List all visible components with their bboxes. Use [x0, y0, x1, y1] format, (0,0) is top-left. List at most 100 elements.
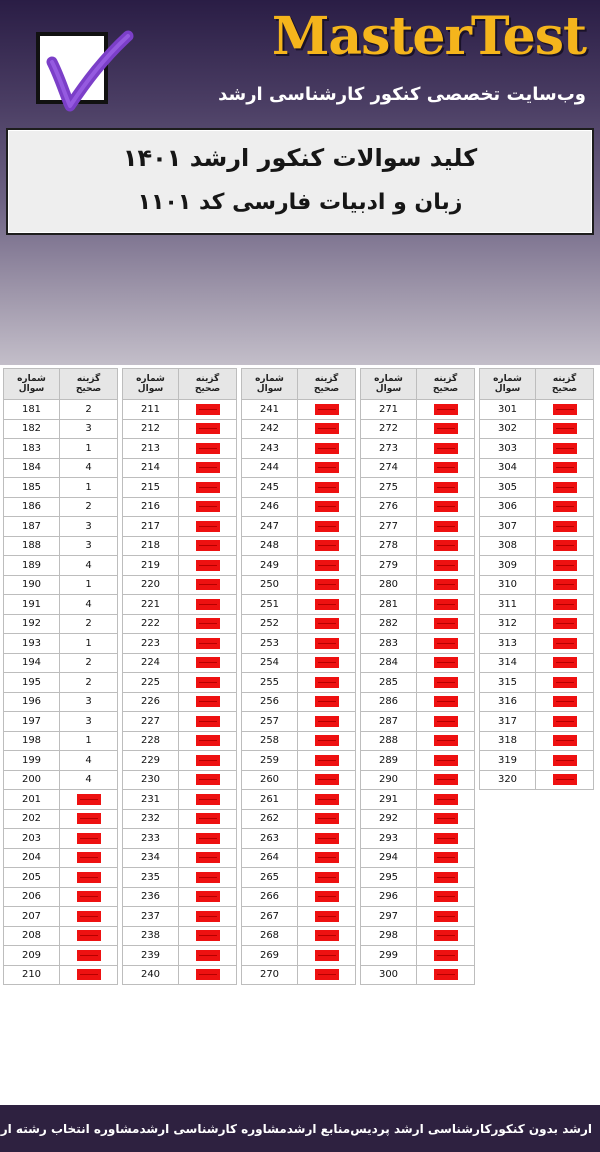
correct-answer [535, 613, 594, 634]
correct-answer: 4 [59, 594, 118, 615]
correct-answer [178, 750, 237, 771]
table-row: 223 [122, 633, 237, 654]
question-number: 255 [241, 672, 298, 693]
table-row: 195 2 [3, 672, 118, 693]
question-number: 288 [360, 730, 417, 751]
correct-answer [297, 496, 356, 517]
hidden-answer-marker [552, 754, 577, 766]
question-number: 236 [122, 886, 179, 907]
correct-answer [416, 750, 475, 771]
table-row: 264 [241, 847, 356, 868]
table-row: 249 [241, 555, 356, 576]
table-row: 184 4 [3, 457, 118, 478]
question-number: 238 [122, 925, 179, 946]
footer-link-sources[interactable]: منابع ارشد [287, 1122, 350, 1136]
footer-link-consulting[interactable]: مشاوره کارشناسی ارشد [139, 1122, 286, 1136]
hidden-answer-marker [552, 735, 577, 746]
table-row: 312 [479, 613, 594, 634]
table-row: 259 [241, 750, 356, 771]
footer-link-field-selection[interactable]: مشاوره انتخاب رشته ارشد [0, 1122, 139, 1136]
header-line: سوال [375, 384, 402, 394]
table-row: 270 [241, 964, 356, 985]
correct-answer [178, 477, 237, 498]
table-row: 183 1 [3, 438, 118, 459]
correct-answer [416, 789, 475, 810]
question-number: 200 [3, 769, 60, 790]
hidden-answer-marker [195, 442, 220, 454]
hidden-answer-marker [433, 832, 458, 844]
question-number: 277 [360, 516, 417, 537]
hidden-answer-marker [195, 715, 220, 727]
table-row: 238 [122, 925, 237, 946]
hidden-answer-marker [314, 481, 339, 493]
correct-answer [416, 925, 475, 946]
question-number: 253 [241, 633, 298, 654]
table-row: 186 2 [3, 496, 118, 517]
table-row: 213 [122, 438, 237, 459]
question-number: 301 [479, 399, 536, 420]
question-number: 250 [241, 574, 298, 595]
table-row: 225 [122, 672, 237, 693]
correct-answer [178, 945, 237, 966]
table-row: 273 [360, 438, 475, 459]
header-line: صحیح [194, 384, 221, 394]
hidden-answer-marker [314, 871, 339, 883]
correct-answer [535, 574, 594, 595]
hidden-answer-marker [433, 852, 458, 863]
table-row: 310 [479, 574, 594, 595]
question-number-header: شماره سوال [241, 368, 298, 400]
question-number: 272 [360, 418, 417, 439]
table-row: 234 [122, 847, 237, 868]
hidden-answer-marker [552, 657, 577, 668]
question-number: 312 [479, 613, 536, 634]
footer-link-no-exam[interactable]: ارشد بدون کنکور [491, 1122, 592, 1136]
table-row: 307 [479, 516, 594, 537]
correct-answer [178, 925, 237, 946]
hidden-answer-marker [195, 969, 220, 980]
table-row: 210 [3, 964, 118, 985]
footer-link-pardis[interactable]: کارشناسی ارشد پردیس [350, 1122, 491, 1136]
table-row: 251 [241, 594, 356, 615]
table-row: 285 [360, 672, 475, 693]
correct-answer [178, 574, 237, 595]
question-number: 216 [122, 496, 179, 517]
table-row: 205 [3, 867, 118, 888]
hidden-answer-marker [433, 715, 458, 727]
table-row: 215 [122, 477, 237, 498]
table-row: 192 2 [3, 613, 118, 634]
correct-answer [297, 535, 356, 556]
correct-answer [416, 516, 475, 537]
question-number: 261 [241, 789, 298, 810]
header-line: شماره [374, 374, 403, 384]
table-row: 237 [122, 906, 237, 927]
correct-answer [297, 769, 356, 790]
correct-answer: 3 [59, 691, 118, 712]
question-number: 221 [122, 594, 179, 615]
correct-answer [416, 594, 475, 615]
correct-answer [535, 594, 594, 615]
table-row: 245 [241, 477, 356, 498]
hidden-answer-marker [314, 423, 339, 434]
question-number: 309 [479, 555, 536, 576]
table-row: 203 [3, 828, 118, 849]
correct-answer [416, 886, 475, 907]
question-number: 195 [3, 672, 60, 693]
question-number: 219 [122, 555, 179, 576]
header-line: گزینه [552, 374, 577, 384]
table-row: 197 3 [3, 711, 118, 732]
question-number: 183 [3, 438, 60, 459]
table-row: 308 [479, 535, 594, 556]
question-number: 269 [241, 945, 298, 966]
table-row: 295 [360, 867, 475, 888]
correct-answer [416, 691, 475, 712]
correct-answer [178, 789, 237, 810]
hidden-answer-marker [552, 403, 577, 415]
table-row: 185 1 [3, 477, 118, 498]
question-number: 239 [122, 945, 179, 966]
correct-answer [297, 828, 356, 849]
question-number: 224 [122, 652, 179, 673]
logo[interactable] [36, 30, 134, 112]
brand-name[interactable]: MasterTest [272, 6, 587, 67]
table-header-row: شماره سوال گزینه صحیح [122, 368, 237, 400]
table-row: 284 [360, 652, 475, 673]
